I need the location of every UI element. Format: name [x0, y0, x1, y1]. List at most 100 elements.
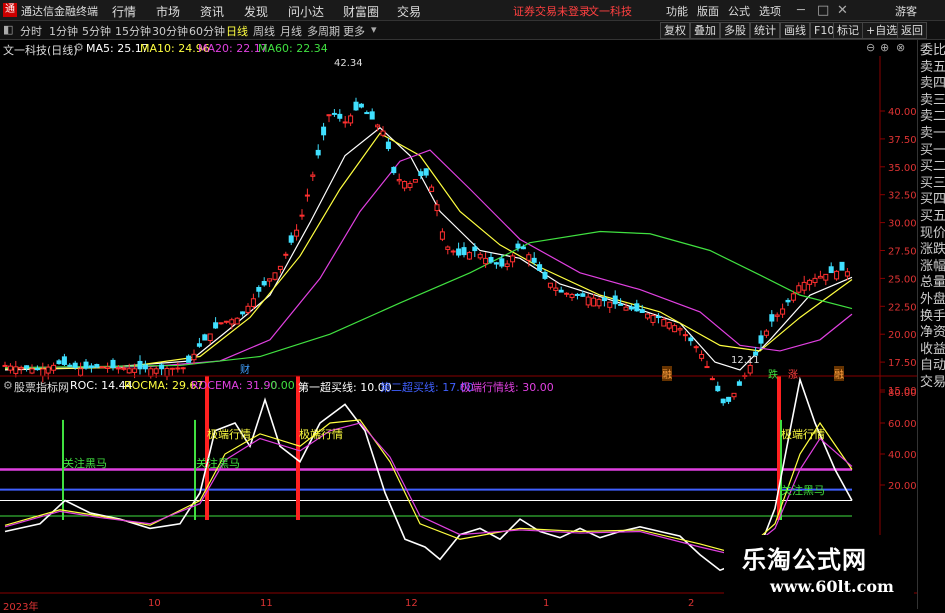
layout-icon[interactable]: ◧ [3, 23, 13, 36]
login-status[interactable]: 证券交易未登录 [513, 3, 590, 19]
biaoji-button[interactable]: 标记 [833, 22, 863, 39]
x-tick-11: 11 [260, 598, 273, 609]
add-favorite-button[interactable]: +自选 [862, 22, 902, 39]
candle-body [618, 303, 624, 306]
side-item-3[interactable]: 卖三 [920, 93, 945, 109]
side-item-4[interactable]: 卖二 [920, 109, 945, 125]
menu-faxian[interactable]: 发现 [244, 3, 268, 20]
side-item-9[interactable]: 买四 [920, 192, 945, 208]
period-more[interactable]: 更多 [343, 23, 365, 39]
line1-value: 第一超买线: 10.00 [298, 381, 392, 394]
indicator-name[interactable]: 股票指标网 [14, 379, 69, 395]
side-item-15[interactable]: 外盘 [920, 292, 945, 308]
candle-body [121, 367, 127, 370]
candle-body [326, 114, 332, 117]
candle-body [769, 314, 775, 322]
side-item-5[interactable]: 卖一 [920, 126, 945, 142]
y-tick-label: 30.00 [888, 219, 917, 230]
period-15min[interactable]: 15分钟 [115, 23, 151, 39]
candle-body [321, 126, 327, 136]
menu-banmian[interactable]: 版面 [697, 3, 719, 19]
restore-icon[interactable]: □ [817, 3, 829, 18]
candle-body [391, 166, 397, 174]
candle-body [256, 287, 262, 292]
y-tick-label: 35.00 [888, 163, 917, 174]
chart-close-icon[interactable]: ⊗ [896, 41, 905, 54]
candle-body [504, 263, 510, 268]
menu-jiaoyi[interactable]: 交易 [397, 3, 421, 20]
duogu-button[interactable]: 多股 [720, 22, 750, 39]
menu-wenxiaoda[interactable]: 问小达 [288, 3, 324, 20]
candle-body [682, 334, 688, 337]
huaxian-button[interactable]: 画线 [780, 22, 810, 39]
period-fenshi[interactable]: 分时 [20, 23, 42, 39]
candle-body [56, 360, 62, 365]
minimize-icon[interactable]: ─ [797, 3, 805, 18]
candle-body [51, 364, 57, 371]
menu-shichang[interactable]: 市场 [156, 3, 180, 20]
chart-area[interactable]: 40.00 37.50 35.00 32.50 30.00 27.50 25.00 22.50… [0, 56, 917, 601]
candle-body [315, 149, 321, 156]
candle-body [40, 368, 46, 377]
tongji-button[interactable]: 统计 [750, 22, 780, 39]
menu-caifuquan[interactable]: 财富圈 [343, 3, 379, 20]
side-item-11[interactable]: 现价 [920, 226, 945, 242]
period-weekly[interactable]: 周线 [253, 23, 275, 39]
side-item-8[interactable]: 买三 [920, 176, 945, 192]
close-icon[interactable]: ✕ [837, 3, 848, 18]
candle-body [153, 368, 159, 374]
menubar: 通 通达信金融终端 行情 市场 资讯 发现 问小达 财富圈 交易 证券交易未登录… [0, 0, 945, 21]
side-item-2[interactable]: 卖四 [920, 76, 945, 92]
period-1min[interactable]: 1分钟 [49, 23, 78, 39]
fuquan-button[interactable]: 复权 [660, 22, 690, 39]
menu-gongneng[interactable]: 功能 [666, 3, 688, 19]
high-price-label: 42.34 [334, 58, 363, 69]
candle-body [510, 255, 516, 263]
menu-gongshi[interactable]: 公式 [728, 3, 750, 19]
side-item-12[interactable]: 涨跌 [920, 242, 945, 258]
side-item-6[interactable]: 买一 [920, 143, 945, 159]
side-item-10[interactable]: 买五 [920, 209, 945, 225]
period-daily[interactable]: 日线 [226, 23, 248, 39]
period-5min[interactable]: 5分钟 [82, 23, 111, 39]
menu-zixun[interactable]: 资讯 [200, 3, 224, 20]
menu-hangqing[interactable]: 行情 [112, 3, 136, 20]
candle-body [547, 282, 553, 288]
event-marker-cai[interactable]: 财 [240, 361, 250, 376]
candle-body [2, 364, 8, 367]
side-item-20[interactable]: 交易 [920, 375, 945, 391]
period-30min[interactable]: 30分钟 [152, 23, 188, 39]
side-item-17[interactable]: 净资 [920, 325, 945, 341]
watermark-url: www.60lt.com [770, 577, 894, 596]
ind-y-tick-label: 60.00 [888, 419, 917, 430]
candle-body [294, 229, 300, 237]
period-60min[interactable]: 60分钟 [189, 23, 225, 39]
candle-body [277, 265, 283, 270]
period-monthly[interactable]: 月线 [280, 23, 302, 39]
annotation-extreme-3: 极端行情 [781, 428, 825, 441]
candle-body [574, 293, 580, 296]
indicator-settings-icon[interactable]: ⚙ [3, 379, 13, 392]
period-multi[interactable]: 多周期 [307, 23, 340, 39]
zoom-out-icon[interactable]: ⊖ [866, 41, 875, 54]
candle-body [218, 322, 224, 325]
side-item-1[interactable]: 卖五 [920, 60, 945, 76]
dropdown-chevron-icon[interactable]: ▾ [371, 23, 377, 36]
menu-xuanxiang[interactable]: 选项 [759, 3, 781, 19]
side-item-18[interactable]: 收益 [920, 342, 945, 358]
zoom-in-icon[interactable]: ⊕ [880, 41, 889, 54]
diejia-button[interactable]: 叠加 [690, 22, 720, 39]
guest-label[interactable]: 游客 [895, 3, 917, 19]
side-item-14[interactable]: 总量 [920, 275, 945, 291]
candle-body [763, 330, 769, 336]
side-item-16[interactable]: 换手 [920, 309, 945, 325]
side-item-7[interactable]: 买二 [920, 159, 945, 175]
side-item-13[interactable]: 涨幅 [920, 259, 945, 275]
side-item-19[interactable]: 自动 [920, 358, 945, 374]
candle-body [180, 367, 186, 370]
back-button[interactable]: 返回 [897, 22, 927, 39]
settings-gear-icon[interactable]: ⚙ [74, 41, 84, 54]
candle-body [94, 364, 100, 368]
candle-body [542, 271, 548, 279]
side-item-0[interactable]: 委比 [920, 43, 945, 59]
